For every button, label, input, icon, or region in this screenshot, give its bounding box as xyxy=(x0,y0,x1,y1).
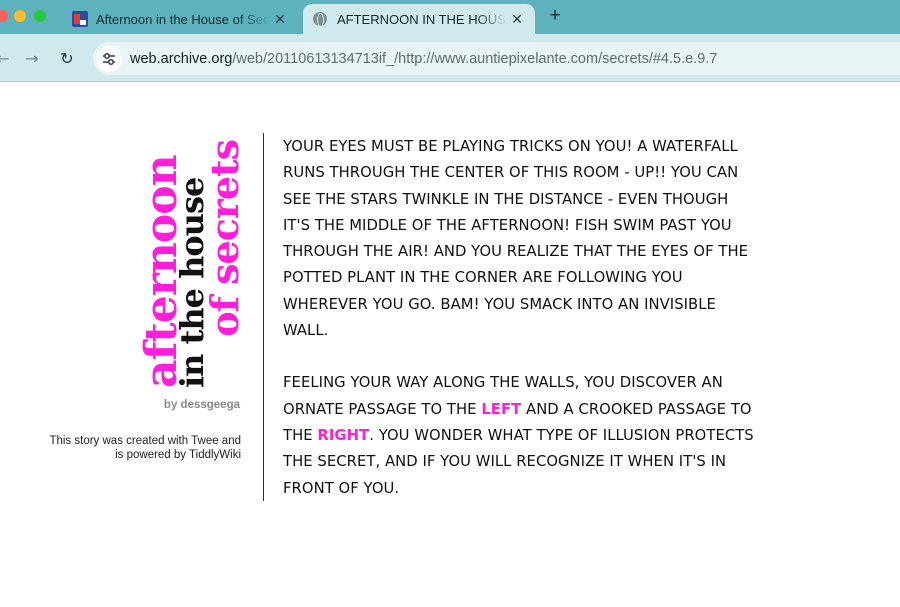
interactive-fiction-icon xyxy=(72,11,88,27)
sidebar-credits: by dessgeega This story was created with… xyxy=(49,133,264,501)
story-text: ORNATE PASSAGE TO THE xyxy=(283,400,482,418)
close-icon[interactable]: ✕ xyxy=(270,9,290,29)
zoom-window-button[interactable] xyxy=(34,10,46,22)
story-text: AND A CROOKED PASSAGE TO xyxy=(521,400,752,418)
forward-arrow-icon[interactable]: → xyxy=(21,47,43,69)
right-passage-link[interactable]: RIGHT xyxy=(317,427,369,444)
tab-title: Afternoon in the House of Secrets xyxy=(96,11,270,27)
author-byline: by dessgeega xyxy=(163,399,240,411)
story-line: THROUGH THE AIR! AND YOU REALIZE THAT TH… xyxy=(283,243,749,261)
story-line: ORNATE PASSAGE TO THE LEFT AND A CROOKED… xyxy=(283,397,783,423)
story-line: FRONT OF YOU. xyxy=(283,479,400,497)
story-line: WHEREVER YOU GO. BAM! YOU SMACK INTO AN … xyxy=(283,295,716,313)
story-line: SEE THE STARS TWINKLE IN THE DISTANCE - … xyxy=(283,190,729,208)
site-info-button[interactable] xyxy=(96,45,122,72)
tab-title: AFTERNOON IN THE HOUSE OF SECRETS xyxy=(337,11,507,27)
back-arrow-icon[interactable]: ← xyxy=(0,47,14,69)
story-line: YOUR EYES MUST BE PLAYING TRICKS ON YOU!… xyxy=(283,138,738,155)
tab-bar: Afternoon in the House of Secrets ✕ AFTE… xyxy=(0,0,900,34)
close-icon[interactable]: ✕ xyxy=(507,9,527,29)
story-text: THE xyxy=(283,426,318,444)
story-line: THE SECRET, AND IF YOU WILL RECOGNIZE IT… xyxy=(283,453,727,471)
close-window-button[interactable] xyxy=(0,10,8,22)
story-line: WALL. xyxy=(283,322,329,340)
tune-icon xyxy=(103,52,115,65)
globe-icon xyxy=(313,12,327,27)
story-passage: YOUR EYES MUST BE PLAYING TRICKS ON YOU!… xyxy=(283,133,783,502)
story-line: THE RIGHT. YOU WONDER WHAT TYPE OF ILLUS… xyxy=(283,423,783,449)
story-paragraph: FEELING YOUR WAY ALONG THE WALLS, YOU DI… xyxy=(283,370,783,501)
story-line: RUNS THROUGH THE CENTER OF THIS ROOM - U… xyxy=(283,164,739,182)
url-host: web.archive.org xyxy=(130,50,233,67)
story-line: FEELING YOUR WAY ALONG THE WALLS, YOU DI… xyxy=(283,374,723,392)
story-paragraph: YOUR EYES MUST BE PLAYING TRICKS ON YOU!… xyxy=(283,133,783,344)
reload-icon[interactable]: ↻ xyxy=(56,47,78,69)
credits-text: This story was created with Twee and is … xyxy=(49,435,241,461)
story-line: IT'S THE MIDDLE OF THE AFTERNOON! FISH S… xyxy=(283,216,732,234)
story-line: POTTED PLANT IN THE CORNER ARE FOLLOWING… xyxy=(283,269,683,287)
tab-afternoon-house-of-secrets[interactable]: Afternoon in the House of Secrets ✕ xyxy=(62,4,298,34)
toolbar: ← → ↻ web.archive.org/web/20110613134713… xyxy=(0,34,900,82)
story-text: . YOU WONDER WHAT TYPE OF ILLUSION PROTE… xyxy=(369,426,754,444)
tab-afternoon-house-of-secrets-active[interactable]: AFTERNOON IN THE HOUSE OF SECRETS ✕ xyxy=(303,4,535,34)
left-passage-link[interactable]: LEFT xyxy=(481,401,521,418)
url-path: /web/20110613134713if_/http://www.auntie… xyxy=(232,50,718,67)
address-bar[interactable]: web.archive.org/web/20110613134713if_/ht… xyxy=(93,42,900,75)
url-text[interactable]: web.archive.org/web/20110613134713if_/ht… xyxy=(130,51,717,67)
new-tab-button[interactable]: + xyxy=(544,5,566,27)
minimize-window-button[interactable] xyxy=(14,10,26,22)
